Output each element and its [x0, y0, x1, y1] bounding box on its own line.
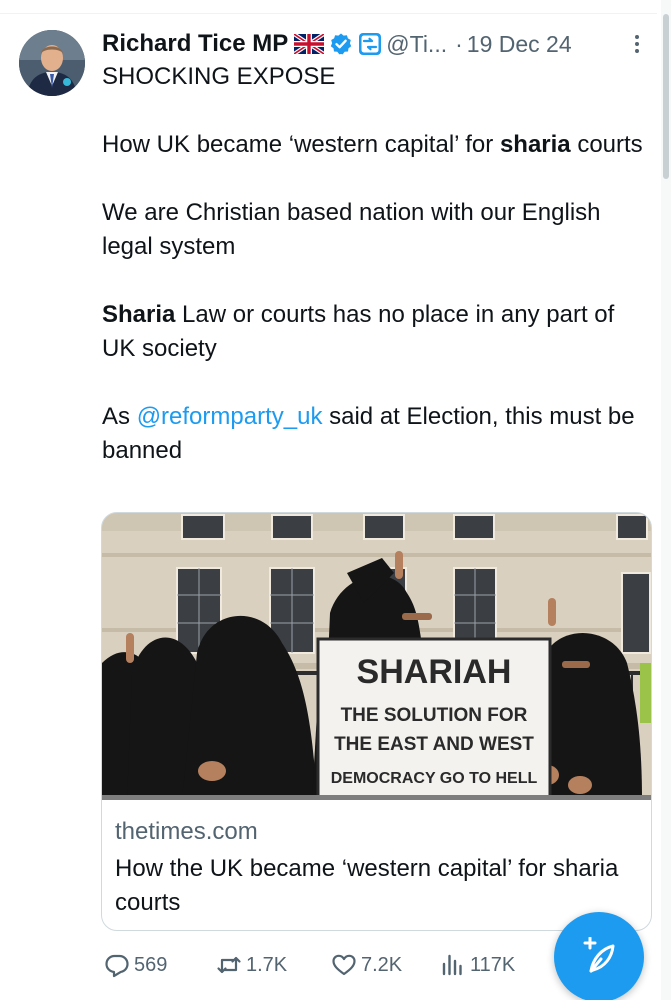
mention-link[interactable]: @reformparty_uk: [137, 403, 323, 430]
reply-button[interactable]: 569: [104, 946, 167, 984]
tweet-date[interactable]: 19 Dec 24: [467, 31, 572, 58]
separator-dot: ·: [455, 30, 463, 57]
text-segment: courts: [570, 131, 643, 158]
reply-count: 569: [134, 953, 168, 976]
text-segment: Law or courts has no place in any part o…: [102, 301, 615, 362]
like-button[interactable]: 7.2K: [331, 946, 402, 984]
tweet-header: Richard Tice MP @Ti... · 19 Dec 24: [102, 28, 572, 60]
card-domain: thetimes.com: [115, 818, 258, 845]
more-vertical-icon[interactable]: [625, 32, 649, 56]
link-preview-card[interactable]: SHARIAH THE SOLUTION FOR THE EAST AND WE…: [101, 512, 652, 931]
sign-line-1: SHARIAH: [357, 653, 512, 691]
top-divider: [0, 0, 657, 14]
repost-icon: [217, 956, 241, 974]
card-image[interactable]: SHARIAH THE SOLUTION FOR THE EAST AND WE…: [102, 513, 651, 800]
sign-line-3: THE EAST AND WEST: [334, 734, 534, 755]
compose-icon: [583, 937, 615, 973]
affiliation-badge-icon[interactable]: [358, 32, 382, 56]
views-chart-icon: [442, 954, 462, 976]
text-segment: How UK became ‘western capital’ for: [102, 131, 500, 158]
tweet-text-line: SHOCKING EXPOSE: [102, 63, 336, 90]
scrollbar[interactable]: [661, 0, 671, 1000]
tweet-text-paragraph: How UK became ‘western capital’ for shar…: [102, 128, 647, 162]
verified-badge-icon[interactable]: [329, 32, 353, 56]
uk-flag-icon: [293, 32, 326, 56]
sign-line-2: THE SOLUTION FOR: [341, 705, 528, 726]
sign-line-4: DEMOCRACY GO TO HELL: [331, 770, 538, 787]
action-bar: 569 1.7K 7.2K 117K: [0, 946, 600, 986]
avatar[interactable]: [19, 30, 85, 96]
compose-button[interactable]: [554, 912, 644, 1000]
tweet-text: SHOCKING EXPOSE How UK became ‘western c…: [102, 60, 647, 468]
repost-count: 1.7K: [246, 953, 288, 976]
author-handle[interactable]: @Ti...: [386, 31, 447, 58]
like-count: 7.2K: [361, 953, 403, 976]
text-bold-segment: sharia: [499, 131, 571, 158]
text-bold-segment: Sharia: [102, 301, 176, 328]
author-name[interactable]: Richard Tice MP: [102, 30, 288, 58]
views-button[interactable]: 117K: [440, 946, 515, 984]
avatar-image: [19, 30, 85, 96]
repost-button[interactable]: 1.7K: [216, 946, 287, 984]
tweet-text-paragraph: As @reformparty_uk said at Election, thi…: [102, 400, 647, 468]
card-title[interactable]: How the UK became ‘western capital’ for …: [115, 852, 635, 920]
tweet-text-paragraph: Sharia Law or courts has no place in any…: [102, 298, 647, 366]
scrollbar-thumb[interactable]: [663, 14, 669, 179]
heart-icon: [332, 954, 356, 976]
text-segment: As: [102, 403, 137, 430]
reply-icon: [105, 954, 129, 978]
tweet-text-paragraph: We are Christian based nation with our E…: [102, 199, 601, 260]
views-count: 117K: [470, 953, 516, 976]
